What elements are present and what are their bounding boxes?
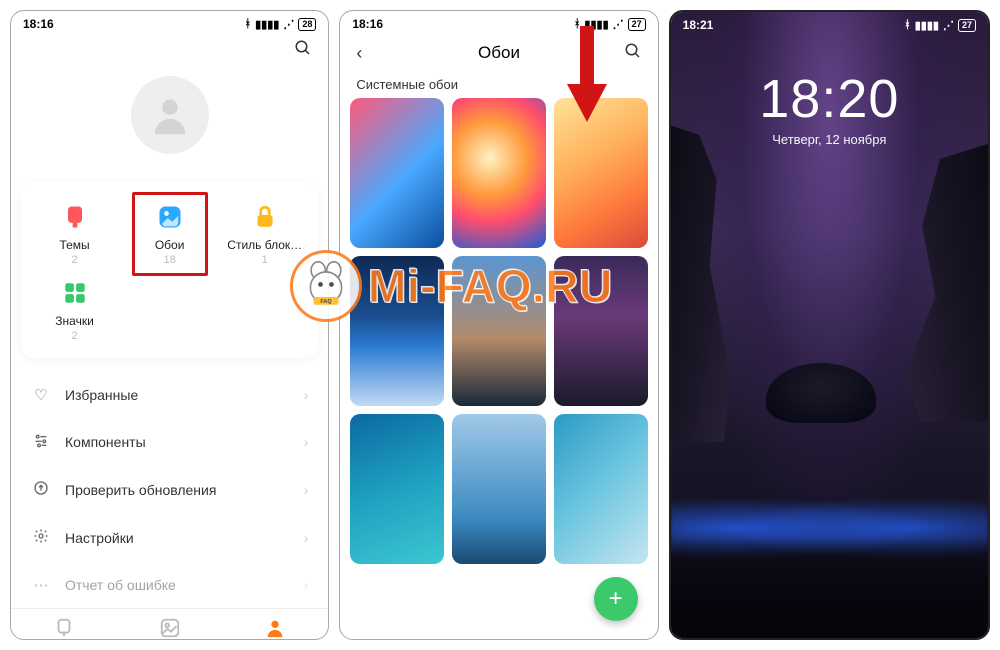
status-time: 18:16 (23, 17, 54, 31)
wallpaper-art (766, 363, 876, 423)
list-item-favorites[interactable]: ♡ Избранные › (21, 372, 318, 418)
status-time: 18:16 (352, 17, 383, 31)
list-item-updates[interactable]: Проверить обновления › (21, 466, 318, 514)
tab-profile[interactable] (223, 617, 329, 640)
tile-label: Стиль блок… (219, 238, 310, 252)
bottom-tabbar (11, 608, 328, 640)
list-item-label: Избранные (65, 387, 138, 403)
wallpaper-art (904, 142, 988, 422)
lock-icon (250, 202, 280, 232)
tab-themes[interactable] (11, 617, 117, 640)
signal-icon: ▮▮▮▮ (915, 19, 939, 32)
settings-list: ♡ Избранные › Компоненты › Проверить обн… (21, 372, 318, 608)
screen-2-wallpapers: 18:16 ᚼ ▮▮▮▮ ⋰ 27 ‹ Обои Системные обои … (339, 10, 658, 640)
battery-icon: 27 (628, 18, 646, 31)
tile-count: 18 (124, 254, 215, 266)
heart-icon: ♡ (31, 386, 51, 404)
wallpapers-icon (155, 202, 185, 232)
wallpaper-thumb[interactable] (452, 414, 546, 564)
tile-count: 1 (219, 254, 310, 266)
annotation-arrow-icon (565, 26, 609, 126)
sliders-icon (31, 432, 51, 452)
lock-time: 18:20 (759, 68, 899, 130)
add-wallpaper-fab[interactable]: + (594, 577, 638, 621)
gear-icon (31, 528, 51, 548)
bluetooth-icon: ᚼ (904, 19, 911, 31)
list-item-components[interactable]: Компоненты › (21, 418, 318, 466)
status-time: 18:21 (683, 18, 714, 32)
apps-icon (60, 278, 90, 308)
tile-wallpapers[interactable]: Обои 18 (122, 196, 217, 272)
back-button[interactable]: ‹ (356, 43, 362, 64)
chevron-right-icon: › (304, 387, 309, 403)
battery-icon: 28 (298, 18, 316, 31)
search-icon[interactable] (624, 42, 642, 65)
status-bar: 18:16 ᚼ ▮▮▮▮ ⋰ 27 (340, 11, 657, 33)
report-icon: ⋯ (31, 576, 51, 594)
status-bar: 18:16 ᚼ ▮▮▮▮ ⋰ 28 (11, 11, 328, 33)
header-actions (11, 33, 328, 68)
wifi-icon: ⋰ (613, 18, 624, 31)
list-item-label: Проверить обновления (65, 482, 216, 498)
list-item-report[interactable]: ⋯ Отчет об ошибке › (21, 562, 318, 608)
chevron-right-icon: › (304, 530, 309, 546)
chevron-right-icon: › (304, 577, 309, 593)
tile-row: Темы 2 Обои 18 Стиль блок… 1 (27, 196, 312, 348)
tile-label: Обои (124, 238, 215, 252)
tab-wallpapers[interactable] (117, 617, 223, 640)
update-icon (31, 480, 51, 500)
wifi-icon: ⋰ (283, 18, 294, 31)
themes-icon (60, 202, 90, 232)
avatar-block[interactable] (11, 76, 328, 154)
list-item-label: Отчет об ошибке (65, 577, 176, 593)
chevron-right-icon: › (304, 482, 309, 498)
section-title: Системные обои (340, 67, 657, 98)
lock-date: Четверг, 12 ноября (772, 132, 886, 147)
wallpaper-art (671, 122, 731, 442)
list-item-settings[interactable]: Настройки › (21, 514, 318, 562)
status-right: ᚼ ▮▮▮▮ ⋰ 28 (244, 18, 316, 31)
wallpaper-art (671, 538, 988, 638)
signal-icon: ▮▮▮▮ (255, 18, 279, 31)
wallpaper-thumb[interactable] (452, 98, 546, 248)
tile-count: 2 (29, 330, 120, 342)
tile-label: Темы (29, 238, 120, 252)
chevron-right-icon: › (304, 434, 309, 450)
screen-1-profile: 18:16 ᚼ ▮▮▮▮ ⋰ 28 Темы 2 (10, 10, 329, 640)
page-title: Обои (478, 43, 520, 63)
wallpaper-thumb[interactable] (554, 256, 648, 406)
wallpaper-thumb[interactable] (452, 256, 546, 406)
wallpaper-thumb[interactable] (350, 98, 444, 248)
tile-icons[interactable]: Значки 2 (27, 272, 122, 348)
tile-label: Значки (29, 314, 120, 328)
page-header: ‹ Обои (340, 33, 657, 67)
list-item-label: Компоненты (65, 434, 146, 450)
tile-lockstyle[interactable]: Стиль блок… 1 (217, 196, 312, 272)
wallpaper-thumb[interactable] (350, 414, 444, 564)
wallpaper-thumb[interactable] (554, 414, 648, 564)
wallpaper-grid (340, 98, 657, 639)
avatar[interactable] (131, 76, 209, 154)
tile-themes[interactable]: Темы 2 (27, 196, 122, 272)
wallpaper-thumb[interactable] (350, 256, 444, 406)
lockscreen[interactable]: 18:21 ᚼ ▮▮▮▮ ⋰ 27 18:20 Четверг, 12 нояб… (671, 12, 988, 638)
bluetooth-icon: ᚼ (244, 18, 251, 30)
tile-count: 2 (29, 254, 120, 266)
status-right: ᚼ ▮▮▮▮ ⋰ 27 (904, 19, 976, 32)
categories-card: Темы 2 Обои 18 Стиль блок… 1 (21, 182, 318, 358)
list-item-label: Настройки (65, 530, 134, 546)
battery-icon: 27 (958, 19, 976, 32)
screen-3-lockscreen: 18:21 ᚼ ▮▮▮▮ ⋰ 27 18:20 Четверг, 12 нояб… (669, 10, 990, 640)
search-icon[interactable] (294, 39, 312, 62)
wifi-icon: ⋰ (943, 19, 954, 32)
status-bar: 18:21 ᚼ ▮▮▮▮ ⋰ 27 (671, 12, 988, 34)
